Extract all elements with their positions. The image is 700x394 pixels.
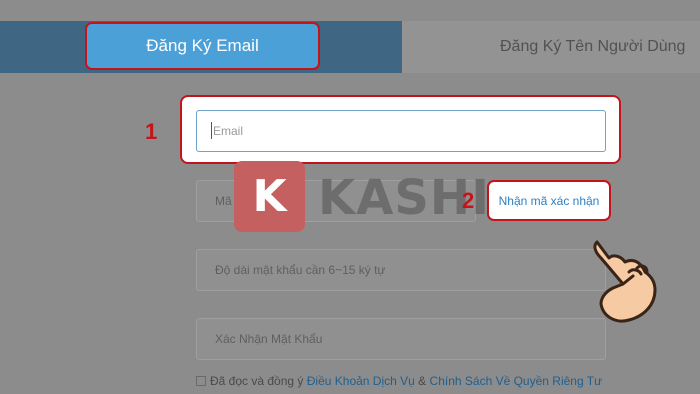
step-2-marker: 2 bbox=[462, 188, 475, 213]
email-register-button[interactable]: Đăng Ký Email bbox=[85, 22, 320, 70]
terms-prefix: Đã đọc và đồng ý bbox=[210, 374, 304, 388]
terms-row: Đã đọc và đồng ý Điều Khoản Dịch Vụ & Ch… bbox=[196, 374, 602, 388]
terms-of-service-link[interactable]: Điều Khoản Dịch Vụ bbox=[307, 374, 415, 388]
step-1-marker: 1 bbox=[145, 119, 158, 144]
logo-letter: K bbox=[252, 171, 287, 222]
tab-username[interactable]: Đăng Ký Tên Người Dùng bbox=[402, 21, 700, 73]
email-placeholder: Email bbox=[213, 124, 244, 138]
terms-separator: & bbox=[418, 374, 427, 388]
pointing-hand-icon bbox=[593, 240, 657, 323]
confirm-password-input[interactable]: Xác Nhận Mật Khẩu bbox=[196, 318, 606, 360]
confirm-placeholder: Xác Nhận Mật Khẩu bbox=[215, 332, 323, 346]
email-input[interactable]: Email bbox=[196, 110, 606, 152]
tab-username-label: Đăng Ký Tên Người Dùng bbox=[500, 38, 686, 55]
kashi-logo-icon: K bbox=[234, 161, 305, 232]
password-input[interactable]: Độ dài mật khẩu cần 6~15 ký tự bbox=[196, 249, 606, 291]
text-caret bbox=[211, 122, 212, 139]
terms-checkbox[interactable] bbox=[196, 376, 206, 386]
password-placeholder: Độ dài mật khẩu cần 6~15 ký tự bbox=[215, 263, 386, 277]
privacy-policy-link[interactable]: Chính Sách Về Quyền Riêng Tư bbox=[430, 374, 603, 388]
get-code-button[interactable]: Nhận mã xác nhận bbox=[487, 180, 611, 221]
